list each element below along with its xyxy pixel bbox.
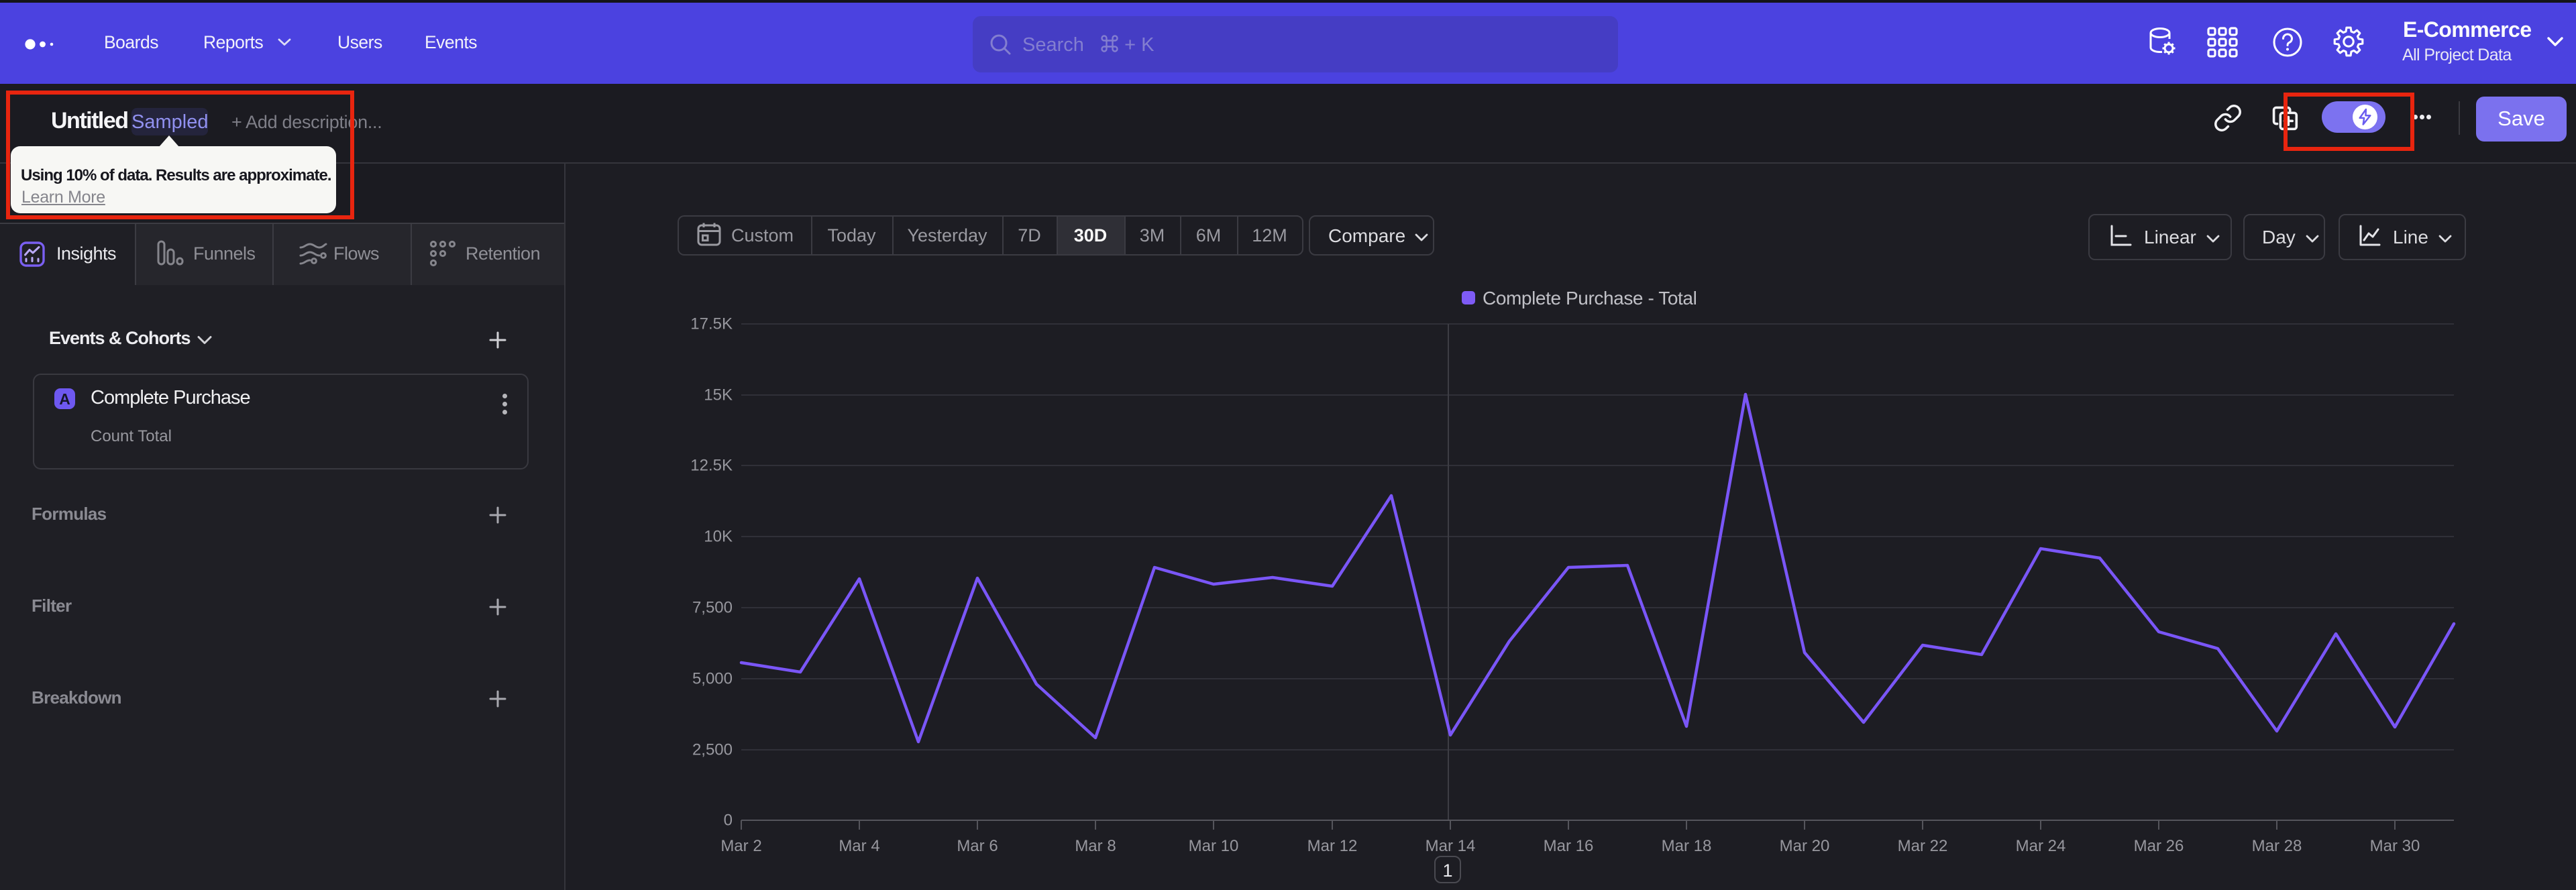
svg-text:Mar 18: Mar 18 [1662,837,1712,855]
svg-text:Mar 28: Mar 28 [2252,837,2302,855]
svg-text:Mar 24: Mar 24 [2016,837,2066,855]
svg-text:5,000: 5,000 [692,670,733,688]
svg-text:Mar 12: Mar 12 [1307,837,1358,855]
svg-text:Mar 14: Mar 14 [1426,837,1476,855]
svg-text:Mar 20: Mar 20 [1780,837,1830,855]
svg-text:2,500: 2,500 [692,741,733,759]
svg-text:Mar 6: Mar 6 [957,837,998,855]
svg-text:Mar 30: Mar 30 [2370,837,2420,855]
svg-text:Mar 8: Mar 8 [1075,837,1116,855]
svg-text:Mar 22: Mar 22 [1898,837,1948,855]
svg-text:Mar 2: Mar 2 [720,837,761,855]
svg-text:Mar 10: Mar 10 [1189,837,1239,855]
svg-text:7,500: 7,500 [692,599,733,617]
svg-text:Mar 16: Mar 16 [1544,837,1594,855]
svg-text:15K: 15K [704,386,733,404]
svg-text:12.5K: 12.5K [690,457,733,475]
svg-text:10K: 10K [704,528,733,546]
svg-text:Mar 26: Mar 26 [2134,837,2184,855]
svg-text:0: 0 [724,812,733,830]
svg-text:17.5K: 17.5K [690,315,733,333]
svg-text:Mar 4: Mar 4 [839,837,879,855]
